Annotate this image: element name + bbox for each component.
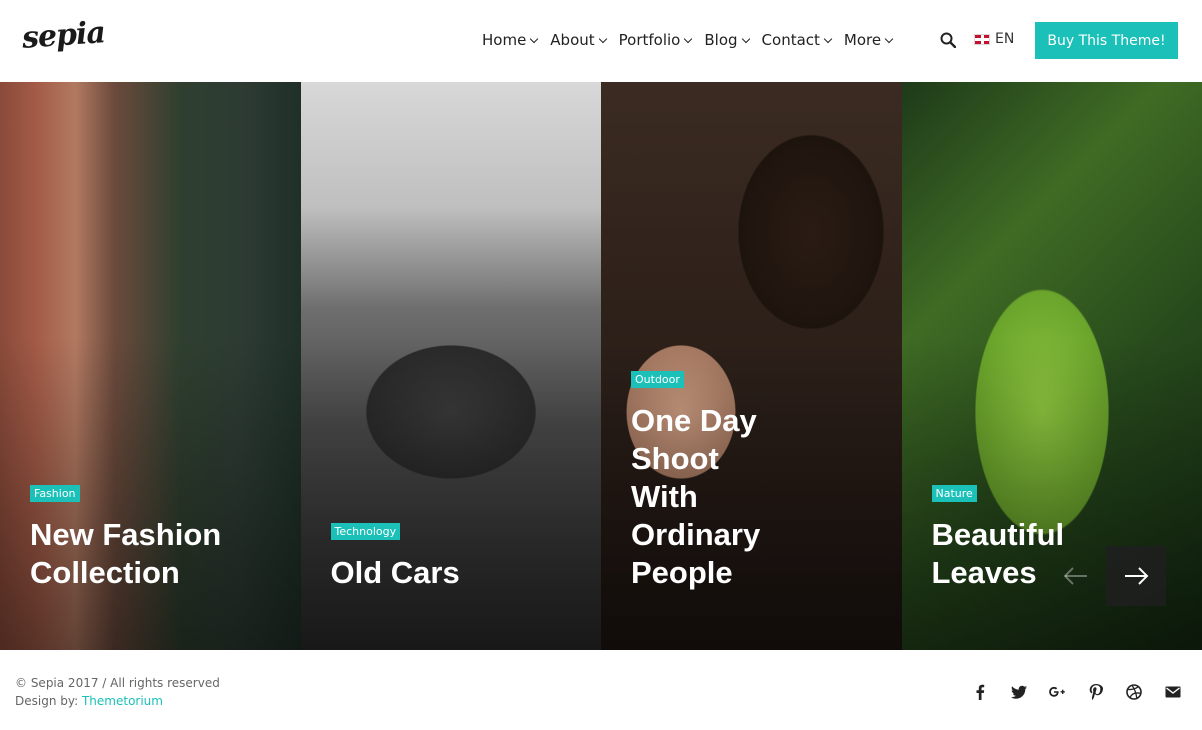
category-tag[interactable]: Nature bbox=[931, 485, 977, 502]
nav-label: Blog bbox=[704, 31, 738, 49]
pinterest-icon[interactable] bbox=[1088, 684, 1127, 700]
title-line: Collection bbox=[30, 555, 180, 590]
google-plus-icon[interactable] bbox=[1049, 684, 1088, 700]
nav-label: Portfolio bbox=[618, 31, 681, 49]
next-arrow-icon[interactable] bbox=[1106, 546, 1166, 606]
dribbble-icon[interactable] bbox=[1126, 684, 1165, 700]
title-line: People bbox=[631, 555, 733, 590]
nav-label: More bbox=[843, 31, 882, 49]
logo[interactable]: sepia bbox=[21, 15, 106, 56]
site-header: sepia Home About Portfolio Blog Contact … bbox=[0, 0, 1202, 82]
slide-nature[interactable]: Nature Beautiful Leaves bbox=[901, 82, 1202, 650]
nav-item-about[interactable]: About bbox=[550, 31, 607, 49]
slide-caption: Outdoor One Day Shoot With Ordinary Peop… bbox=[631, 368, 882, 592]
copyright-text: © Sepia 2017 / All rights reserved bbox=[15, 676, 220, 690]
themetorium-link[interactable]: Themetorium bbox=[82, 694, 163, 708]
chevron-down-icon bbox=[823, 34, 833, 43]
social-links bbox=[972, 684, 1202, 700]
title-line: New Fashion bbox=[30, 517, 222, 552]
title-line: Ordinary bbox=[631, 517, 761, 552]
nav-label: Contact bbox=[761, 31, 820, 49]
chevron-down-icon bbox=[884, 34, 894, 43]
nav-item-contact[interactable]: Contact bbox=[761, 31, 833, 49]
chevron-down-icon bbox=[741, 34, 750, 43]
category-tag[interactable]: Technology bbox=[330, 523, 401, 540]
facebook-icon[interactable] bbox=[972, 684, 1011, 700]
nav-item-home[interactable]: Home bbox=[482, 31, 539, 49]
slide-caption: Technology Old Cars bbox=[330, 520, 582, 592]
nav-item-more[interactable]: More bbox=[843, 31, 894, 49]
slide-title[interactable]: New Fashion Collection bbox=[30, 516, 281, 592]
slider-arrows bbox=[1046, 546, 1166, 606]
twitter-icon[interactable] bbox=[1010, 684, 1050, 700]
buy-theme-button[interactable]: Buy This Theme! bbox=[1035, 22, 1178, 59]
slide-caption: Fashion New Fashion Collection bbox=[30, 482, 281, 592]
footer-credits: © Sepia 2017 / All rights reserved Desig… bbox=[15, 674, 220, 710]
title-line: Shoot bbox=[631, 441, 719, 476]
uk-flag-icon bbox=[974, 33, 990, 45]
slider: Fashion New Fashion Collection Technolog… bbox=[0, 82, 1202, 650]
category-tag[interactable]: Outdoor bbox=[631, 371, 684, 388]
category-tag[interactable]: Fashion bbox=[30, 485, 80, 502]
main-nav: Home About Portfolio Blog Contact More bbox=[482, 31, 905, 49]
nav-item-portfolio[interactable]: Portfolio bbox=[618, 31, 693, 49]
title-line: Old Cars bbox=[330, 555, 460, 590]
chevron-down-icon bbox=[684, 34, 693, 43]
nav-label: About bbox=[550, 31, 595, 49]
language-selector[interactable]: EN bbox=[974, 31, 1014, 47]
design-by: Design by: Themetorium bbox=[15, 692, 220, 710]
language-label: EN bbox=[995, 31, 1015, 47]
prev-arrow-icon[interactable] bbox=[1046, 546, 1106, 606]
slide-technology[interactable]: Technology Old Cars bbox=[300, 82, 601, 650]
slide-outdoor[interactable]: Outdoor One Day Shoot With Ordinary Peop… bbox=[601, 82, 902, 650]
nav-label: Home bbox=[482, 31, 527, 49]
site-footer: © Sepia 2017 / All rights reserved Desig… bbox=[0, 650, 1202, 730]
design-by-label: Design by: bbox=[15, 694, 79, 708]
slide-fashion[interactable]: Fashion New Fashion Collection bbox=[0, 82, 301, 650]
nav-item-blog[interactable]: Blog bbox=[704, 31, 750, 49]
slide-title[interactable]: One Day Shoot With Ordinary People bbox=[631, 402, 882, 592]
title-line: With bbox=[631, 479, 698, 514]
chevron-down-icon bbox=[598, 34, 607, 43]
title-line: One Day bbox=[631, 403, 757, 438]
email-icon[interactable] bbox=[1165, 684, 1202, 700]
search-icon[interactable] bbox=[940, 32, 957, 49]
chevron-down-icon bbox=[530, 34, 539, 43]
slide-title[interactable]: Old Cars bbox=[331, 554, 582, 592]
